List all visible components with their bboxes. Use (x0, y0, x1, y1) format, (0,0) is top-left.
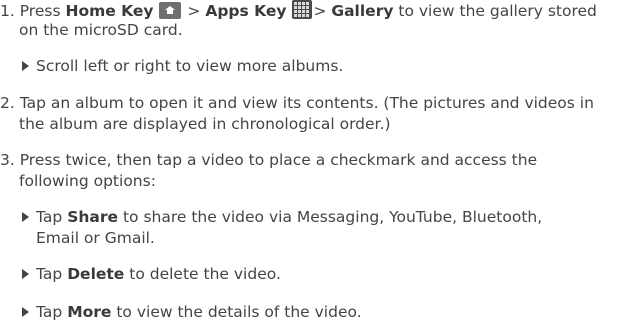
step-3-bullet-delete: Tap Delete to delete the video. (22, 264, 281, 284)
bullet-triangle-icon (22, 61, 29, 71)
step-3-number: 3. (0, 151, 15, 169)
step-1-gt-2: > (313, 2, 327, 20)
apps-key-icon (292, 0, 313, 19)
bullet-share-pre: Tap (36, 208, 63, 226)
home-key-label: Home Key (65, 2, 154, 20)
step-2-number: 2. (0, 94, 15, 112)
home-key-icon (159, 2, 182, 19)
more-label: More (67, 303, 112, 321)
step-1-bullet-1: Scroll left or right to view more albums… (22, 56, 343, 76)
bullet-more-post: to view the details of the video. (116, 303, 362, 321)
step-1-rest: to view the gallery stored (398, 2, 597, 20)
step-3-bullet-share-cont: Email or Gmail. (36, 229, 155, 247)
delete-label: Delete (67, 265, 125, 283)
step-1-bullet-1-text: Scroll left or right to view more albums… (36, 57, 344, 75)
step-2-line-1-text: Tap an album to open it and view its con… (19, 94, 594, 112)
step-3-line-1-text: Press twice, then tap a video to place a… (19, 151, 538, 169)
step-3-line-1: 3. Press twice, then tap a video to plac… (0, 150, 537, 170)
step-1-number: 1. (0, 2, 15, 20)
step-2-line-1: 2. Tap an album to open it and view its … (0, 93, 594, 113)
bullet-more-pre: Tap (36, 303, 63, 321)
step-1-press: Press (19, 2, 61, 20)
step-1-line-1: 1. Press Home Key > Apps Key > Gallery t… (0, 0, 597, 21)
bullet-share-post: to share the video via Messaging, YouTub… (122, 208, 543, 226)
gallery-label: Gallery (331, 2, 394, 20)
apps-key-label: Apps Key (205, 2, 287, 20)
step-3-line-2: following options: (19, 172, 156, 190)
bullet-triangle-icon (22, 269, 29, 279)
step-3-bullet-share: Tap Share to share the video via Messagi… (22, 207, 542, 227)
step-3-bullet-more: Tap More to view the details of the vide… (22, 302, 362, 322)
step-2-line-2: the album are displayed in chronological… (19, 115, 391, 133)
step-1-gt-1: > (187, 2, 201, 20)
step-1-line-2: on the microSD card. (19, 21, 183, 39)
share-label: Share (67, 208, 119, 226)
bullet-triangle-icon (22, 307, 29, 317)
bullet-delete-pre: Tap (36, 265, 63, 283)
bullet-delete-post: to delete the video. (129, 265, 281, 283)
bullet-triangle-icon (22, 212, 29, 222)
